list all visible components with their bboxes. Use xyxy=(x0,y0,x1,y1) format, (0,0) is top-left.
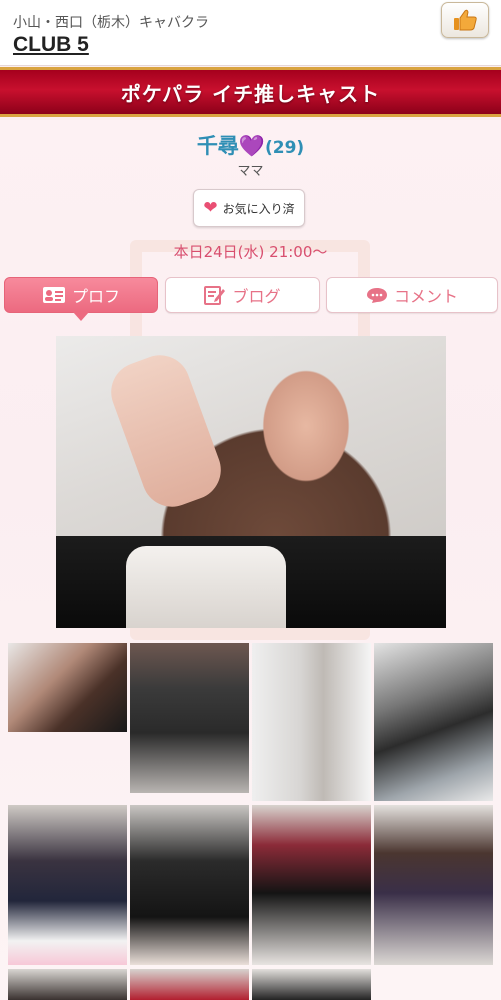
gallery-thumbnail[interactable] xyxy=(252,643,371,801)
tab-profile[interactable]: プロフ xyxy=(4,277,158,321)
cast-role: ママ xyxy=(237,164,264,179)
shop-area-label: 小山・西口（栃木）キャバクラ xyxy=(13,15,209,31)
thumbs-up-icon xyxy=(454,9,477,31)
purple-heart-icon: 💜 xyxy=(238,134,265,158)
site-header: 小山・西口（栃木）キャバクラ CLUB 5 xyxy=(0,0,501,66)
favorite-button[interactable]: ❤ お気に入り済 xyxy=(193,189,305,227)
gallery-thumbnail[interactable] xyxy=(252,805,371,965)
tab-profile-label: プロフ xyxy=(71,287,120,306)
gallery-thumbnail[interactable] xyxy=(8,805,127,965)
tab-comment[interactable]: コメント xyxy=(326,277,498,313)
cast-name: 千尋💜(29) xyxy=(0,130,501,160)
gallery-thumbnail[interactable] xyxy=(252,969,371,1000)
photo-detail xyxy=(102,346,230,516)
cast-age: (29) xyxy=(264,138,305,158)
gallery-thumbnail[interactable] xyxy=(130,969,249,1000)
gallery-thumbnail[interactable] xyxy=(130,643,249,793)
shop-name-link[interactable]: CLUB 5 xyxy=(13,33,89,57)
speech-bubble-icon xyxy=(366,288,387,303)
tab-blog[interactable]: ブログ xyxy=(165,277,320,313)
blog-edit-icon xyxy=(204,286,226,305)
favorite-label: お気に入り済 xyxy=(222,201,295,216)
cast-main-photo[interactable] xyxy=(56,336,446,628)
tab-comment-label: コメント xyxy=(393,287,458,306)
featured-cast-banner: ポケパラ イチ推しキャスト xyxy=(0,67,501,117)
heart-icon: ❤ xyxy=(203,198,218,218)
schedule-text: 本日24日(水) 21:00〜 xyxy=(173,243,328,261)
banner-title: ポケパラ イチ推しキャスト xyxy=(120,81,381,106)
gallery-thumbnail[interactable] xyxy=(130,805,249,965)
gallery-thumbnail[interactable] xyxy=(8,969,127,1000)
profile-card-icon xyxy=(42,287,65,303)
like-button[interactable] xyxy=(441,2,489,38)
cast-name-text: 千尋 xyxy=(196,134,239,158)
gallery-thumbnail[interactable] xyxy=(374,643,493,801)
gallery-thumbnail[interactable] xyxy=(8,643,127,732)
gallery-thumbnail[interactable] xyxy=(374,805,493,965)
photo-detail xyxy=(126,546,286,628)
tab-blog-label: ブログ xyxy=(232,287,281,306)
